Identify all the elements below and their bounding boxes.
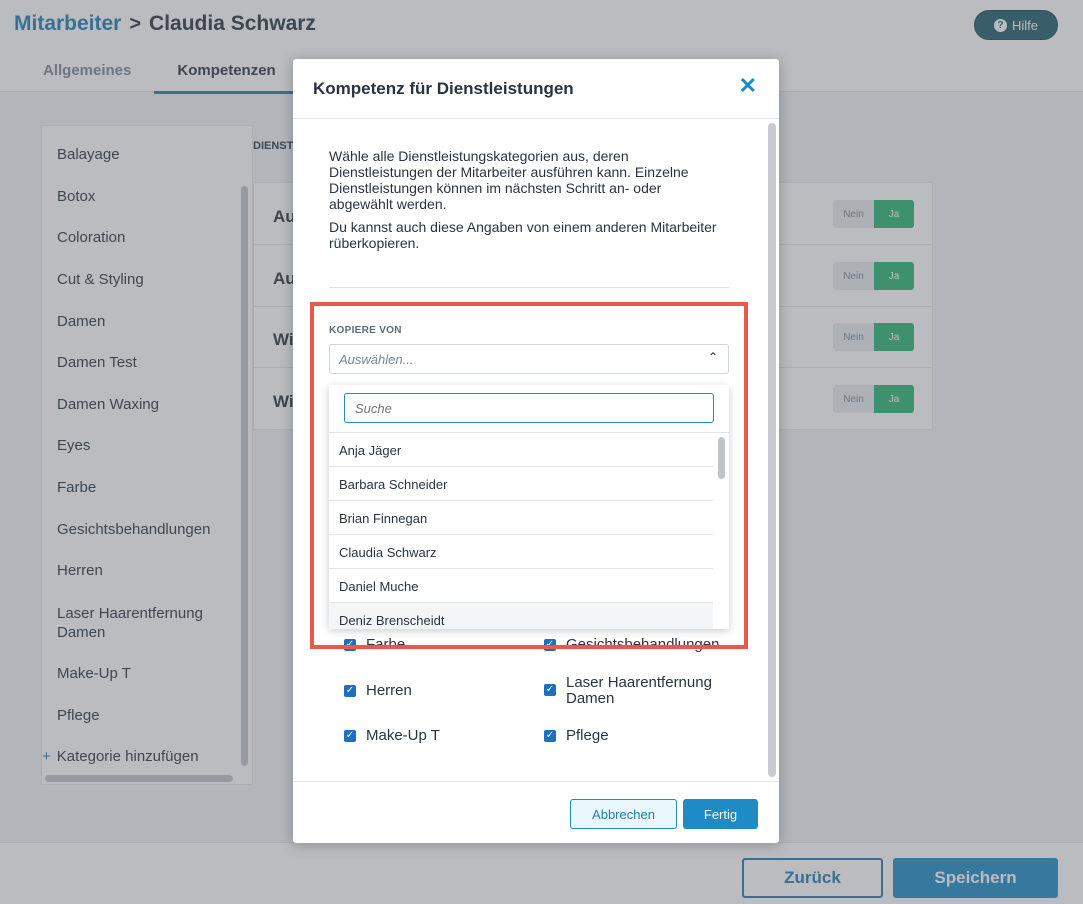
modal-title: Kompetenz für Dienstleistungen <box>313 79 574 98</box>
checkbox-checked-icon: ✓ <box>344 730 356 742</box>
close-icon[interactable]: ✕ <box>739 75 757 97</box>
cancel-button[interactable]: Abbrechen <box>570 799 677 829</box>
divider <box>329 287 729 288</box>
checkbox-label: Laser Haarentfernung Damen <box>566 674 712 707</box>
highlight-annotation-box <box>310 302 748 649</box>
checkbox-checked-icon: ✓ <box>544 684 556 696</box>
intro-copy-text: Du kannst auch diese Angaben von einem a… <box>329 219 717 251</box>
modal-intro: Wähle alle Dienstleistungskategorien aus… <box>329 148 729 258</box>
modal-header: Kompetenz für Dienstleistungen ✕ <box>293 59 779 119</box>
checkbox-label: Herren <box>366 682 412 699</box>
checkbox-label: Make-Up T <box>366 727 440 744</box>
category-checkbox[interactable]: ✓ Pflege <box>544 728 609 744</box>
category-checkbox[interactable]: ✓ Laser Haarentfernung Damen <box>544 675 734 707</box>
category-checkbox[interactable]: ✓ Make-Up T <box>344 728 440 744</box>
checkbox-checked-icon: ✓ <box>544 730 556 742</box>
intro-text: Wähle alle Dienstleistungskategorien aus… <box>329 148 689 212</box>
checkbox-label: Pflege <box>566 727 609 744</box>
modal-footer: Abbrechen Fertig <box>293 781 779 843</box>
checkbox-checked-icon: ✓ <box>344 685 356 697</box>
modal-scrollbar[interactable] <box>768 123 776 777</box>
done-button[interactable]: Fertig <box>683 799 758 829</box>
category-checkbox[interactable]: ✓ Herren <box>344 683 412 699</box>
